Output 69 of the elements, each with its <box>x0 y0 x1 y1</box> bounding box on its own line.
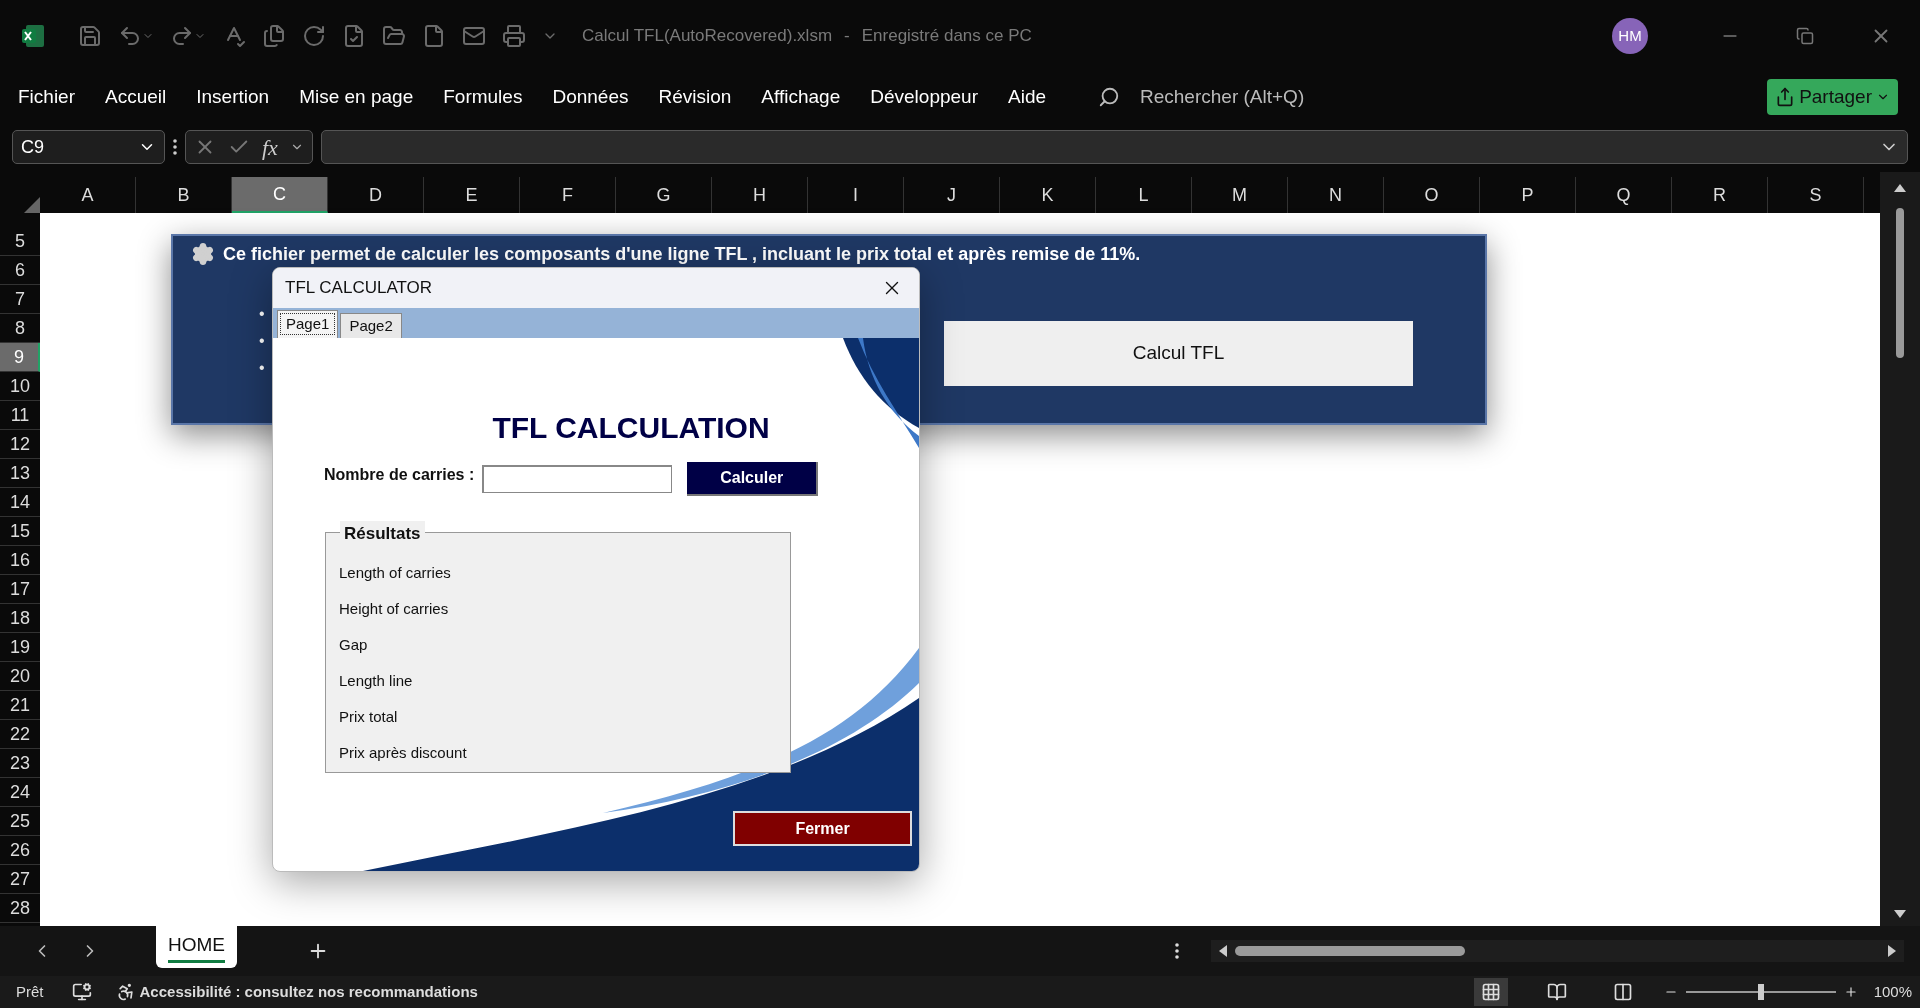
share-icon <box>1775 87 1796 107</box>
calcul-tfl-button[interactable]: Calcul TFL <box>944 321 1413 386</box>
banner-text: Ce fichier permet de calculer les composants d'une ligne TFL , incluant le prix total et après remise de 11%. <box>223 243 1141 265</box>
zoom-level[interactable]: 100% <box>1873 980 1912 1004</box>
menu-tab[interactable]: Données <box>552 82 629 112</box>
menu-tab[interactable]: Développeur <box>870 82 978 112</box>
menu-tab[interactable]: Formules <box>443 82 523 112</box>
accessibility-icon <box>115 982 136 1002</box>
save-status: Enregistré dans ce PC <box>861 25 1032 48</box>
save-icon[interactable] <box>78 24 102 48</box>
page-tab[interactable]: Page1 <box>277 310 339 338</box>
menu-tab[interactable]: Accueil <box>105 82 167 112</box>
more-icon[interactable] <box>1175 943 1179 959</box>
insert-function-button[interactable]: fx <box>262 130 278 164</box>
sheet-tab[interactable]: HOME <box>156 926 237 968</box>
refresh-icon[interactable] <box>302 24 326 48</box>
vertical-scrollbar[interactable] <box>1880 172 1920 926</box>
formula-field[interactable] <box>321 130 1908 164</box>
column-header[interactable]: C <box>232 177 328 213</box>
search-icon <box>1098 86 1120 108</box>
title-separator: - <box>844 25 850 48</box>
undo-icon[interactable] <box>118 24 154 48</box>
file-icon[interactable] <box>422 24 446 48</box>
calculer-button[interactable]: Calculer <box>687 462 819 496</box>
files-icon[interactable] <box>262 24 286 48</box>
file-check-icon[interactable] <box>342 24 366 48</box>
accessibility-status[interactable]: Accessibilité : consultez nos recommandations <box>115 980 478 1004</box>
file-name: Calcul TFL(AutoRecovered).xlsm <box>582 25 833 48</box>
more-icon[interactable] <box>173 139 177 155</box>
monitor-icon[interactable] <box>71 982 92 1002</box>
ready-status: Prêt <box>16 981 44 1002</box>
folder-icon[interactable] <box>382 24 406 48</box>
result-label: Length of carries <box>339 563 452 582</box>
result-label: Gap <box>339 635 369 654</box>
share-button[interactable]: Partager <box>1767 79 1898 115</box>
gear-icon <box>191 242 215 266</box>
result-label: Prix après discount <box>339 743 468 762</box>
fermer-button[interactable]: Fermer <box>733 811 912 846</box>
bullet: • <box>259 358 265 378</box>
redo-icon[interactable] <box>170 24 206 48</box>
menu-tab[interactable]: Insertion <box>196 82 270 112</box>
result-label: Prix total <box>339 707 399 726</box>
printer-icon[interactable] <box>502 24 526 48</box>
carries-input[interactable] <box>482 465 673 493</box>
mail-icon[interactable] <box>462 24 486 48</box>
normal-view-icon[interactable] <box>1473 978 1508 1006</box>
menu-tab[interactable]: Mise en page <box>299 82 414 112</box>
result-label: Length line <box>339 671 414 690</box>
menu-tab[interactable]: Aide <box>1008 82 1046 112</box>
bullet: • <box>259 331 265 351</box>
field-label: Nombre de carries : <box>324 465 475 485</box>
dialog-title: TFL CALCULATOR <box>285 277 433 300</box>
menu-tab[interactable]: Affichage <box>761 82 841 112</box>
bullet: • <box>259 304 265 324</box>
user-avatar[interactable]: HM <box>1612 18 1648 54</box>
menu-tab[interactable]: Fichier <box>18 82 75 112</box>
dialog-heading: TFL CALCULATION <box>492 410 770 446</box>
result-label: Height of carries <box>339 599 450 618</box>
row-header[interactable]: 9 <box>0 343 40 372</box>
zoom-in-icon[interactable] <box>1843 985 1858 999</box>
search-field[interactable]: Rechercher (Alt+Q) <box>1098 82 1305 112</box>
spreadsheet-logo-icon[interactable] <box>20 23 46 49</box>
horizontal-scrollbar[interactable] <box>1211 940 1904 962</box>
zoom-thumb[interactable] <box>1757 984 1764 1000</box>
name-box[interactable]: C9 <box>12 130 165 164</box>
page-tab[interactable]: Page2 <box>340 313 402 338</box>
zoom-slider[interactable] <box>1685 984 1836 1000</box>
restore-icon[interactable] <box>1796 27 1814 45</box>
menu-tab[interactable]: Révision <box>658 82 732 112</box>
